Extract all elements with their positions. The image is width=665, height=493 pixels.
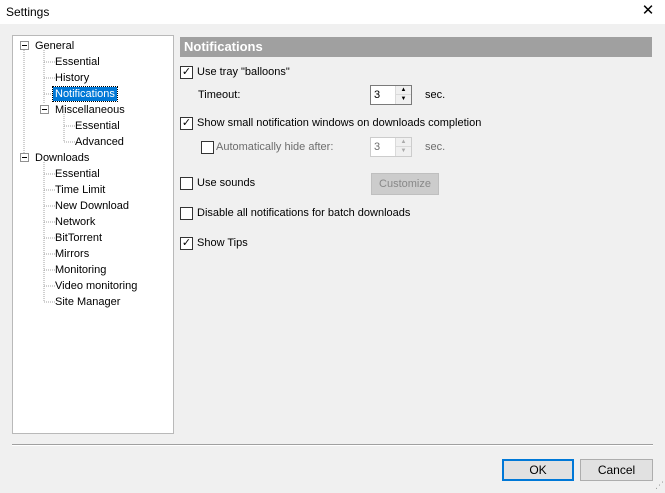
timeout-spinner[interactable]: 3 ▲ ▼: [370, 85, 412, 105]
tree-item-downloads[interactable]: Downloads: [35, 151, 89, 165]
tree-item-misc-advanced[interactable]: Advanced: [75, 135, 124, 149]
tree-item-time-limit[interactable]: Time Limit: [55, 183, 105, 197]
spin-down-icon[interactable]: ▼: [396, 95, 411, 104]
disable-batch-notifications-label[interactable]: Disable all notifications for batch down…: [197, 207, 410, 219]
use-tray-label[interactable]: Use tray "balloons": [197, 66, 290, 78]
spin-up-icon[interactable]: ▲: [396, 86, 411, 95]
tree-item-monitoring[interactable]: Monitoring: [55, 263, 106, 277]
collapse-downloads-icon[interactable]: [20, 153, 29, 162]
timeout-unit: sec.: [425, 89, 446, 101]
auto-hide-checkbox[interactable]: [201, 141, 214, 154]
tree-item-downloads-essential[interactable]: Essential: [55, 167, 100, 181]
timeout-spin-arrows[interactable]: ▲ ▼: [395, 86, 411, 104]
tree-item-general[interactable]: General: [35, 39, 74, 53]
collapse-general-icon[interactable]: [20, 41, 29, 50]
show-small-windows-checkbox[interactable]: [180, 117, 193, 130]
window-title: Settings: [6, 5, 50, 19]
auto-hide-spinner[interactable]: 3 ▲ ▼: [370, 137, 412, 157]
settings-tree[interactable]: General Essential History Notifications …: [12, 35, 174, 434]
timeout-label: Timeout:: [198, 89, 241, 101]
cancel-button[interactable]: Cancel: [580, 459, 653, 481]
close-icon[interactable]: ✕: [631, 0, 665, 24]
show-tips-checkbox[interactable]: [180, 237, 193, 250]
use-tray-checkbox[interactable]: [180, 66, 193, 79]
tree-item-general-essential[interactable]: Essential: [55, 55, 100, 69]
auto-hide-unit: sec.: [425, 141, 446, 153]
tree-item-bittorrent[interactable]: BitTorrent: [55, 231, 102, 245]
tree-item-new-download[interactable]: New Download: [55, 199, 129, 213]
customize-button[interactable]: Customize: [371, 173, 439, 195]
show-small-windows-label[interactable]: Show small notification windows on downl…: [197, 117, 481, 129]
resize-grip-icon[interactable]: ⋰: [655, 480, 664, 491]
auto-hide-label[interactable]: Automatically hide after:: [216, 141, 333, 153]
use-sounds-label[interactable]: Use sounds: [197, 177, 255, 189]
auto-hide-value[interactable]: 3: [374, 141, 380, 153]
tree-item-misc-essential[interactable]: Essential: [75, 119, 120, 133]
tree-item-video-monitoring[interactable]: Video monitoring: [55, 279, 137, 293]
timeout-value[interactable]: 3: [374, 89, 380, 101]
panel-header: Notifications: [180, 37, 652, 57]
ok-button[interactable]: OK: [502, 459, 574, 481]
collapse-miscellaneous-icon[interactable]: [40, 105, 49, 114]
bottom-separator: [12, 444, 653, 446]
spin-down-icon[interactable]: ▼: [396, 147, 411, 156]
tree-item-mirrors[interactable]: Mirrors: [55, 247, 89, 261]
tree-item-site-manager[interactable]: Site Manager: [55, 295, 120, 309]
title-bar: Settings ✕: [0, 0, 665, 24]
tree-item-history[interactable]: History: [55, 71, 89, 85]
tree-item-miscellaneous[interactable]: Miscellaneous: [55, 103, 125, 117]
show-tips-label[interactable]: Show Tips: [197, 237, 248, 249]
auto-hide-spin-arrows[interactable]: ▲ ▼: [395, 138, 411, 156]
disable-batch-notifications-checkbox[interactable]: [180, 207, 193, 220]
tree-item-network[interactable]: Network: [55, 215, 95, 229]
spin-up-icon[interactable]: ▲: [396, 138, 411, 147]
tree-item-notifications[interactable]: Notifications: [52, 86, 118, 102]
use-sounds-checkbox[interactable]: [180, 177, 193, 190]
